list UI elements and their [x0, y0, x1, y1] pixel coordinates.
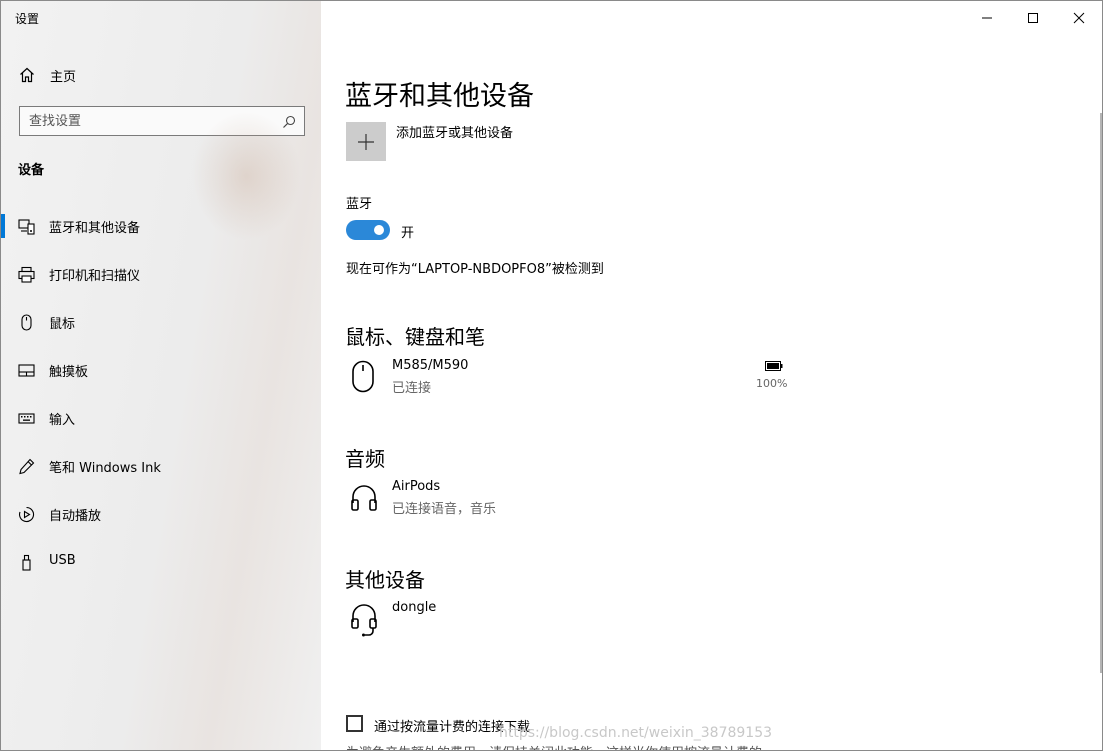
search-icon[interactable]	[282, 114, 296, 128]
app-title: 设置	[15, 12, 40, 26]
sidebar-item-label: 自动播放	[49, 509, 102, 524]
sidebar-item-label: 输入	[49, 413, 76, 428]
add-device-label[interactable]: 添加蓝牙或其他设备	[396, 122, 513, 141]
page-title: 蓝牙和其他设备	[345, 81, 534, 113]
usb-icon	[18, 554, 35, 571]
main-content: 蓝牙和其他设备 添加蓝牙或其他设备 蓝牙 开 现在可作为“LAPTOP-NBDO…	[321, 1, 1102, 750]
maximize-button[interactable]	[1010, 1, 1056, 35]
scrollbar[interactable]	[1100, 113, 1102, 673]
sidebar-item-pen[interactable]: 笔和 Windows Ink	[1, 446, 321, 486]
sidebar: 设置 主页 设备 蓝牙和其他设备 打印机和扫描仪	[1, 1, 321, 750]
settings-window: 设置 主页 设备 蓝牙和其他设备 打印机和扫描仪	[0, 0, 1103, 751]
search-box[interactable]	[19, 106, 305, 136]
pen-icon	[18, 458, 35, 475]
group-title-audio: 音频	[345, 447, 385, 471]
sidebar-item-usb[interactable]: USB	[1, 542, 321, 582]
toggle-knob	[374, 225, 384, 235]
home-icon	[19, 67, 35, 83]
device-item[interactable]: dongle	[346, 600, 796, 644]
battery-icon	[765, 361, 783, 371]
group-title-other: 其他设备	[345, 568, 425, 592]
minimize-icon	[982, 17, 992, 19]
metered-note: 为避免产生额外的费用，请保持关闭此功能，这样当你使用按流量计费的	[346, 742, 762, 750]
autoplay-icon	[18, 506, 35, 523]
battery-percent: 100%	[756, 377, 788, 390]
close-icon	[1073, 12, 1085, 24]
keyboard-icon	[18, 410, 35, 427]
watermark: https://blog.csdn.net/weixin_38789153	[499, 725, 773, 741]
device-item[interactable]: AirPods 已连接语音，音乐	[346, 479, 796, 523]
plus-icon	[358, 134, 374, 150]
printer-icon	[18, 266, 35, 283]
sidebar-item-mouse[interactable]: 鼠标	[1, 302, 321, 342]
discoverable-text: 现在可作为“LAPTOP-NBDOPFO8”被检测到	[346, 262, 604, 277]
maximize-icon	[1028, 13, 1038, 23]
headset-icon	[350, 602, 378, 637]
section-title: 设备	[18, 163, 45, 178]
sidebar-item-label: 触摸板	[49, 365, 89, 380]
bluetooth-devices-icon	[18, 218, 35, 235]
minimize-button[interactable]	[964, 1, 1010, 35]
sidebar-item-typing[interactable]: 输入	[1, 398, 321, 438]
device-name: M585/M590	[392, 358, 469, 373]
sidebar-item-label: 鼠标	[49, 317, 76, 332]
sidebar-item-label: USB	[49, 553, 76, 568]
device-status: 已连接	[392, 381, 432, 396]
sidebar-item-bluetooth[interactable]: 蓝牙和其他设备	[1, 206, 321, 246]
device-item[interactable]: M585/M590 已连接	[346, 358, 796, 402]
sidebar-item-label: 笔和 Windows Ink	[49, 461, 161, 476]
sidebar-item-label: 蓝牙和其他设备	[49, 221, 141, 236]
battery-indicator: 100%	[755, 359, 788, 393]
sidebar-item-label: 打印机和扫描仪	[49, 269, 141, 284]
device-name: AirPods	[392, 479, 441, 494]
bluetooth-toggle-state: 开	[401, 226, 415, 241]
mouse-icon	[350, 360, 378, 394]
bluetooth-label: 蓝牙	[346, 197, 373, 212]
nav-home[interactable]: 主页	[1, 61, 321, 89]
sidebar-item-autoplay[interactable]: 自动播放	[1, 494, 321, 534]
device-status: 已连接语音，音乐	[392, 502, 497, 517]
device-name: dongle	[392, 600, 437, 615]
add-device-button[interactable]	[346, 122, 386, 161]
close-button[interactable]	[1056, 1, 1102, 35]
sidebar-item-printers[interactable]: 打印机和扫描仪	[1, 254, 321, 294]
touchpad-icon	[18, 362, 35, 379]
sidebar-item-touchpad[interactable]: 触摸板	[1, 350, 321, 390]
search-input[interactable]	[20, 107, 279, 135]
metered-checkbox[interactable]	[346, 715, 363, 732]
mouse-icon	[18, 314, 35, 331]
headphones-icon	[350, 481, 378, 515]
nav-home-label: 主页	[50, 70, 77, 85]
bluetooth-toggle[interactable]	[346, 220, 390, 240]
group-title-input-devices: 鼠标、键盘和笔	[345, 325, 485, 349]
